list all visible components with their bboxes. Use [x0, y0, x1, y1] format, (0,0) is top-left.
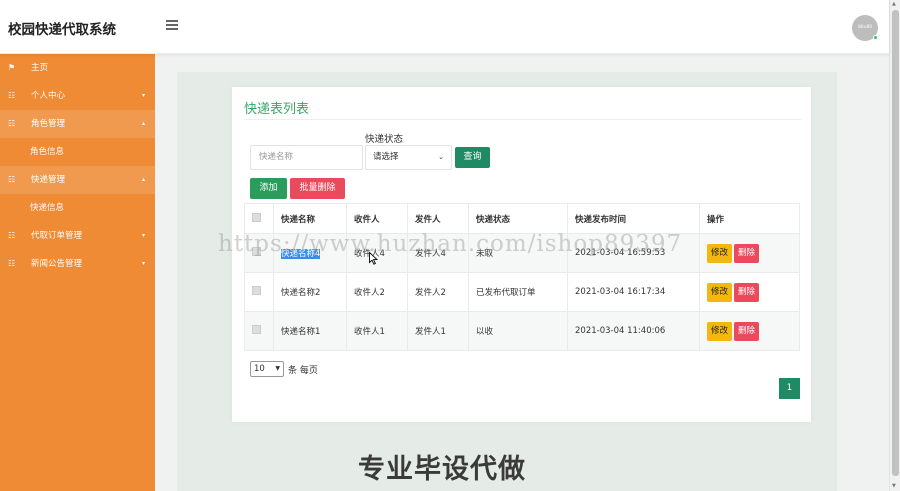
column-header: 发件人	[407, 203, 469, 234]
column-header: 快递发布时间	[567, 203, 700, 234]
chevron-up-icon: ▴	[142, 120, 146, 127]
sidebar-item-home[interactable]: ⚑ 主页	[0, 54, 155, 82]
cell-status: 未取	[468, 233, 568, 273]
select-all-checkbox[interactable]	[252, 212, 261, 222]
cell-status: 以收	[468, 311, 568, 351]
row-checkbox[interactable]	[252, 247, 261, 256]
table-row: 快递名称1 收件人1 发件人1 以收 2021-03-04 11:40:06 修…	[244, 311, 800, 351]
scroll-up-icon[interactable]: ▲	[892, 1, 896, 7]
cell-name: 快递名称2	[273, 272, 347, 312]
sidebar-item-label: 新闻公告管理	[31, 259, 83, 269]
main-content: 快递表列表 快递状态 快递名称 请选择 ⌄ 查询 添加 批量删除 快递名称 收件…	[155, 54, 889, 491]
app-title: 校园快递代取系统	[8, 22, 116, 38]
chevron-down-icon: ▾	[142, 260, 146, 267]
menu-toggle-icon[interactable]	[166, 20, 178, 30]
column-header: 快递名称	[273, 203, 347, 234]
chevron-up-icon: ▴	[142, 176, 146, 183]
table-row: 快递名称2 收件人2 发件人2 已发布代取订单 2021-03-04 16:17…	[244, 272, 800, 312]
sidebar-item-label: 代取订单管理	[31, 231, 83, 241]
title-divider	[244, 119, 801, 120]
column-header: 快递状态	[468, 203, 568, 234]
delete-button[interactable]: 删除	[734, 321, 760, 341]
sidebar-subitem-express-info[interactable]: 快递信息	[0, 194, 155, 222]
cell-sender: 发件人1	[407, 311, 469, 351]
grid-icon: ☷	[8, 91, 16, 100]
sidebar-item-news-management[interactable]: ☷ 新闻公告管理 ▾	[0, 250, 155, 278]
page-size-select[interactable]: 10 ▼	[250, 361, 284, 377]
page-size-value: 10	[254, 364, 265, 374]
flag-icon: ⚑	[8, 63, 16, 72]
chevron-down-icon: ▾	[142, 232, 146, 239]
edit-button[interactable]: 修改	[707, 321, 733, 341]
grid-icon: ☷	[8, 175, 16, 184]
chevron-down-icon: ⌄	[438, 153, 444, 161]
cell-time: 2021-03-04 11:40:06	[567, 311, 700, 351]
table-header-row: 快递名称 收件人 发件人 快递状态 快递发布时间 操作	[244, 203, 800, 234]
column-header: 操作	[699, 203, 800, 234]
sidebar-item-label: 个人中心	[31, 91, 66, 101]
cell-time: 2021-03-04 16:59:53	[567, 233, 700, 273]
sidebar-subitem-role-info[interactable]: 角色信息	[0, 138, 155, 166]
cell-receiver: 收件人1	[346, 311, 408, 351]
delete-button[interactable]: 删除	[734, 282, 760, 302]
express-table: 快递名称 收件人 发件人 快递状态 快递发布时间 操作 快递名称4 收件人4 发…	[244, 203, 800, 351]
list-card: 快递表列表 快递状态 快递名称 请选择 ⌄ 查询 添加 批量删除 快递名称 收件…	[232, 87, 811, 422]
batch-delete-button[interactable]: 批量删除	[290, 178, 345, 199]
chevron-down-icon: ▾	[142, 92, 146, 99]
edit-button[interactable]: 修改	[707, 243, 733, 263]
status-filter-label: 快递状态	[365, 134, 404, 145]
cell-sender: 发件人2	[407, 272, 469, 312]
add-button[interactable]: 添加	[250, 178, 287, 199]
sidebar-item-role-management[interactable]: ☷ 角色管理 ▴	[0, 110, 155, 138]
grid-icon: ☷	[8, 259, 16, 268]
page-size-label: 条 每页	[288, 366, 318, 376]
sidebar-item-label: 快递管理	[31, 175, 66, 185]
page-title: 快递表列表	[244, 102, 310, 117]
sidebar-item-express-management[interactable]: ☷ 快递管理 ▴	[0, 166, 155, 194]
cell-sender: 发件人4	[407, 233, 469, 273]
sidebar-item-personal-center[interactable]: ☷ 个人中心 ▾	[0, 82, 155, 110]
page-scrollbar[interactable]: ▲ ▼	[889, 0, 900, 491]
sidebar-item-label: 角色管理	[31, 119, 66, 129]
table-row: 快递名称4 收件人4 发件人4 未取 2021-03-04 16:59:53 修…	[244, 233, 800, 273]
cell-name: 快递名称1	[273, 311, 347, 351]
delete-button[interactable]: 删除	[734, 243, 760, 263]
mouse-cursor-icon	[369, 251, 379, 268]
pagination-page-1[interactable]: 1	[779, 378, 800, 399]
row-checkbox[interactable]	[252, 286, 261, 295]
sidebar-item-label: 主页	[31, 63, 49, 73]
edit-button[interactable]: 修改	[707, 282, 733, 302]
cell-name: 快递名称4	[281, 249, 321, 259]
scrollbar-thumb[interactable]	[892, 10, 899, 476]
scroll-down-icon[interactable]: ▼	[892, 483, 896, 489]
chevron-down-icon: ▼	[275, 365, 280, 372]
cell-receiver: 收件人2	[346, 272, 408, 312]
sidebar-item-order-management[interactable]: ☷ 代取订单管理 ▾	[0, 222, 155, 250]
grid-icon: ☷	[8, 119, 16, 128]
top-bar: 校园快递代取系统 80x80	[0, 0, 889, 54]
cell-time: 2021-03-04 16:17:34	[567, 272, 700, 312]
status-select-value: 请选择	[373, 152, 399, 162]
online-status-dot	[873, 35, 878, 40]
status-select[interactable]: 请选择 ⌄	[365, 145, 452, 170]
column-header: 收件人	[346, 203, 408, 234]
search-button[interactable]: 查询	[455, 147, 490, 168]
sidebar: ⚑ 主页 ☷ 个人中心 ▾ ☷ 角色管理 ▴ 角色信息 ☷ 快递管理 ▴ 快递信…	[0, 54, 155, 491]
row-checkbox[interactable]	[252, 325, 261, 334]
name-search-input[interactable]: 快递名称	[250, 145, 363, 170]
grid-icon: ☷	[8, 231, 16, 240]
cell-status: 已发布代取订单	[468, 272, 568, 312]
